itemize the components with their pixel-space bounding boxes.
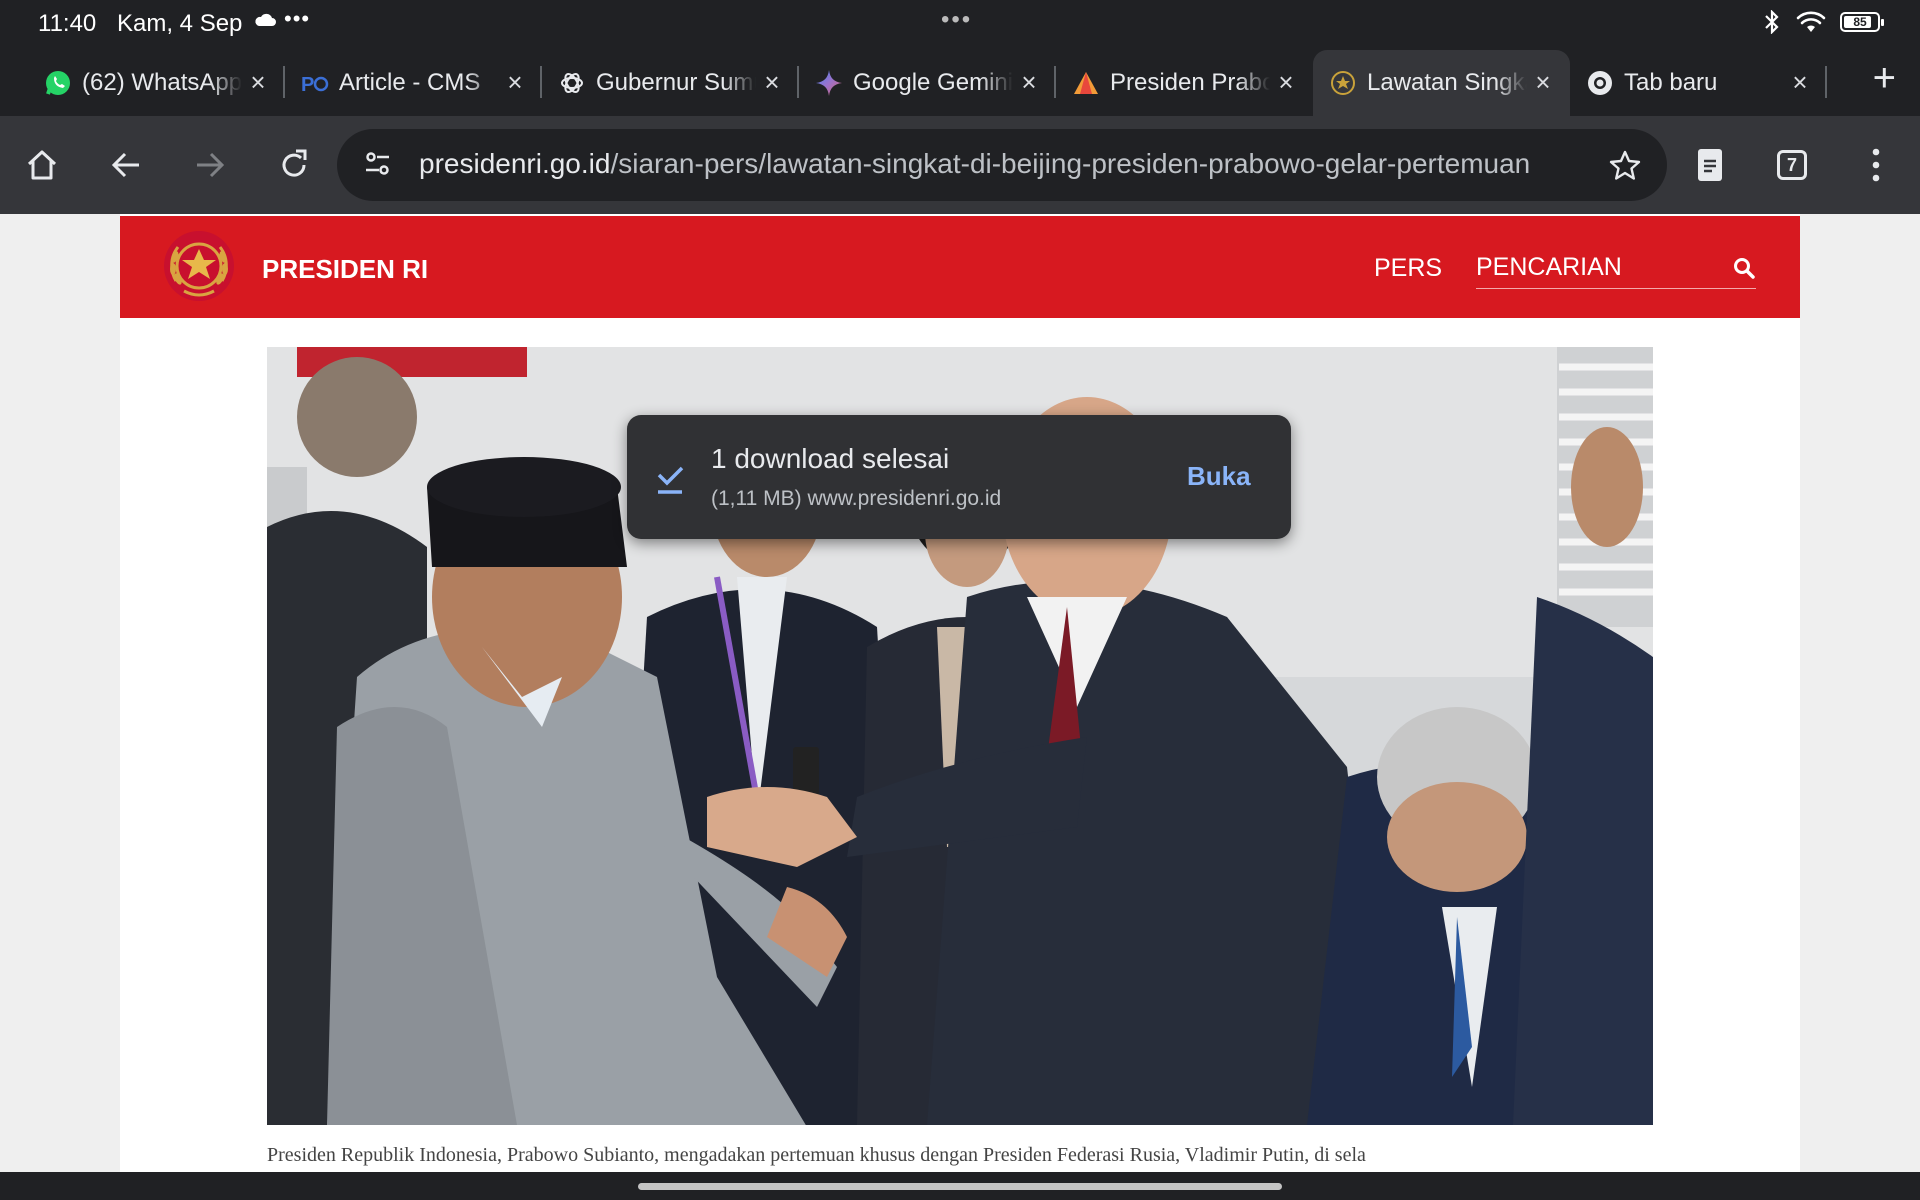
battery-icon: 85 — [1840, 12, 1884, 32]
url-text[interactable]: presidenri.go.id/siaran-pers/lawatan-sin… — [419, 148, 1569, 180]
site-header: PRESIDEN RI PERS PENCARIAN — [120, 216, 1800, 318]
download-subtitle: (1,11 MB) www.presidenri.go.id — [711, 487, 1002, 510]
site-container: PRESIDEN RI PERS PENCARIAN Presiden Repu… — [120, 214, 1800, 1172]
home-icon[interactable] — [22, 145, 62, 185]
reader-mode-icon[interactable] — [1690, 145, 1730, 185]
tab-title: Gubernur Sumut — [596, 69, 756, 96]
back-arrow-icon[interactable] — [106, 145, 146, 185]
close-icon[interactable]: × — [1016, 69, 1042, 95]
url-host: presidenri.go.id — [419, 148, 611, 179]
new-tab-plus-icon[interactable]: + — [1873, 58, 1896, 98]
chrome-icon — [1586, 69, 1614, 97]
status-bar: 11:40 Kam, 4 Sep ••• ••• 85 — [0, 0, 1920, 46]
tab-title: Google Gemini — [853, 69, 1013, 96]
tab-article-cms[interactable]: P Article - CMS × — [285, 50, 542, 116]
close-icon[interactable]: × — [245, 69, 271, 95]
garuda-emblem-icon[interactable] — [162, 229, 236, 303]
pyramid-icon — [1072, 69, 1100, 97]
svg-text:P: P — [301, 74, 314, 96]
tab-new-tab[interactable]: Tab baru × — [1570, 50, 1827, 116]
forward-arrow-icon[interactable] — [190, 145, 230, 185]
close-icon[interactable]: × — [1273, 69, 1299, 95]
tab-title: Lawatan Singkat — [1367, 69, 1527, 96]
browser-toolbar: presidenri.go.id/siaran-pers/lawatan-sin… — [0, 116, 1920, 214]
home-gesture-handle[interactable] — [638, 1183, 1282, 1190]
search-field[interactable]: PENCARIAN — [1476, 246, 1756, 289]
site-settings-icon[interactable] — [363, 149, 393, 179]
wifi-icon — [1796, 11, 1826, 32]
site-title[interactable]: PRESIDEN RI — [262, 254, 428, 285]
close-icon[interactable]: × — [1787, 69, 1813, 95]
close-icon[interactable]: × — [759, 69, 785, 95]
cms-icon: P — [301, 69, 329, 97]
tab-divider — [1825, 66, 1827, 98]
status-time: 11:40 — [38, 10, 97, 37]
window-handle-icon[interactable]: ••• — [941, 6, 972, 34]
download-done-icon — [657, 466, 684, 494]
status-date: Kam, 4 Sep — [117, 10, 243, 37]
battery-level: 85 — [1853, 15, 1867, 29]
web-page: PRESIDEN RI PERS PENCARIAN Presiden Repu… — [0, 214, 1920, 1172]
tab-presiden-prabowo[interactable]: Presiden Prabowo × — [1056, 50, 1313, 116]
tab-title: (62) WhatsApp — [82, 69, 242, 96]
url-path: /siaran-pers/lawatan-singkat-di-beijing-… — [610, 148, 1531, 179]
tab-title: Presiden Prabowo — [1110, 69, 1270, 96]
openai-icon — [558, 69, 586, 97]
tab-gubernur[interactable]: Gubernur Sumut × — [542, 50, 799, 116]
tab-count: 7 — [1786, 154, 1797, 175]
tab-switcher-button[interactable]: 7 — [1777, 150, 1807, 180]
close-icon[interactable]: × — [502, 69, 528, 95]
whatsapp-icon — [44, 69, 72, 97]
photo-caption: Presiden Republik Indonesia, Prabowo Sub… — [267, 1144, 1366, 1166]
nav-item-pers[interactable]: PERS — [1374, 254, 1442, 283]
close-icon[interactable]: × — [1530, 69, 1556, 95]
search-placeholder: PENCARIAN — [1476, 253, 1622, 281]
bluetooth-icon — [1765, 10, 1779, 34]
reload-icon[interactable] — [274, 145, 314, 185]
open-download-button[interactable]: Buka — [1187, 461, 1251, 492]
tab-lawatan-singkat[interactable]: Lawatan Singkat × — [1313, 50, 1570, 116]
menu-kebab-icon[interactable] — [1866, 146, 1886, 184]
download-complete-popup: 1 download selesai (1,11 MB) www.preside… — [627, 415, 1291, 539]
search-icon[interactable] — [1732, 256, 1756, 280]
cloud-icon — [255, 13, 276, 26]
gesture-nav-bar — [0, 1172, 1920, 1200]
tab-title: Article - CMS — [339, 69, 481, 96]
bookmark-star-icon[interactable] — [1609, 149, 1641, 181]
notification-more-icon: ••• — [284, 6, 311, 31]
address-bar[interactable]: presidenri.go.id/siaran-pers/lawatan-sin… — [337, 129, 1667, 201]
tab-gemini[interactable]: Google Gemini × — [799, 50, 1056, 116]
gemini-icon — [815, 69, 843, 97]
download-title: 1 download selesai — [711, 443, 950, 474]
tab-strip: (62) WhatsApp × P Article - CMS × Gubern… — [0, 46, 1920, 116]
emblem-icon — [1329, 69, 1357, 97]
tab-title: Tab baru — [1624, 69, 1718, 96]
tab-whatsapp[interactable]: (62) WhatsApp × — [28, 50, 285, 116]
